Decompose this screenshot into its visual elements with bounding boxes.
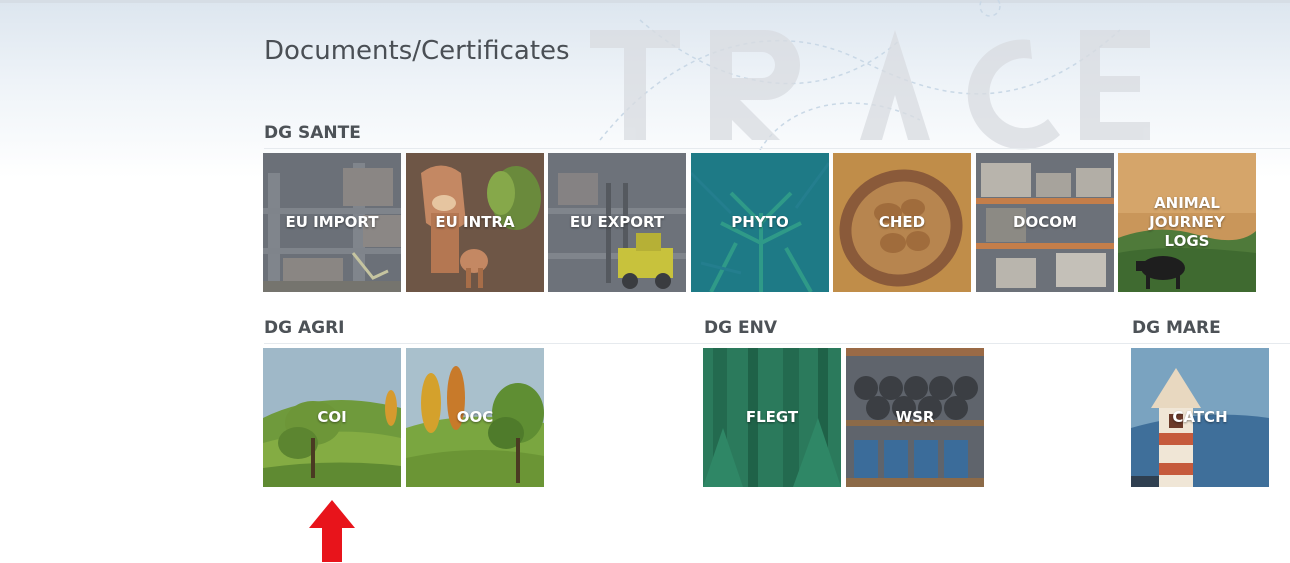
tile-flegt[interactable]: FLEGT [703, 348, 841, 487]
traces-watermark [590, 0, 1150, 150]
tile-eu-intra[interactable]: EU INTRA [406, 153, 544, 292]
tile-coi[interactable]: COI [263, 348, 401, 487]
section-title-dg-sante: DG SANTE [264, 123, 361, 143]
section-divider [264, 148, 1290, 149]
tile-label: ANIMAL JOURNEY LOGS [1149, 194, 1225, 250]
tile-label: CHED [878, 213, 926, 231]
section-title-dg-mare: DG MARE [1132, 318, 1221, 338]
tile-label: CATCH [1172, 408, 1228, 426]
tile-catch[interactable]: CATCH [1131, 348, 1269, 487]
tile-animal-journey-logs[interactable]: ANIMAL JOURNEY LOGS [1118, 153, 1256, 292]
tile-label: OOC [456, 408, 494, 426]
tile-docom[interactable]: DOCOM [976, 153, 1114, 292]
tile-ooc[interactable]: OOC [406, 348, 544, 487]
tile-label: EU INTRA [435, 213, 515, 231]
section-title-dg-env: DG ENV [704, 318, 777, 338]
red-arrow-up-icon [309, 500, 355, 562]
section-title-dg-agri: DG AGRI [264, 318, 345, 338]
tile-label: PHYTO [731, 213, 789, 231]
tile-eu-import[interactable]: EU IMPORT [263, 153, 401, 292]
tile-label: EU EXPORT [569, 213, 665, 231]
page-title: Documents/Certificates [264, 36, 570, 66]
tile-label: WSR [895, 408, 935, 426]
tile-ched[interactable]: CHED [833, 153, 971, 292]
tile-label: EU IMPORT [285, 213, 379, 231]
tile-eu-export[interactable]: EU EXPORT [548, 153, 686, 292]
tile-label: COI [317, 408, 347, 426]
tile-label: DOCOM [1013, 213, 1077, 231]
section-divider [264, 343, 1290, 344]
tile-wsr[interactable]: WSR [846, 348, 984, 487]
tile-phyto[interactable]: PHYTO [691, 153, 829, 292]
tile-label: FLEGT [745, 408, 799, 426]
